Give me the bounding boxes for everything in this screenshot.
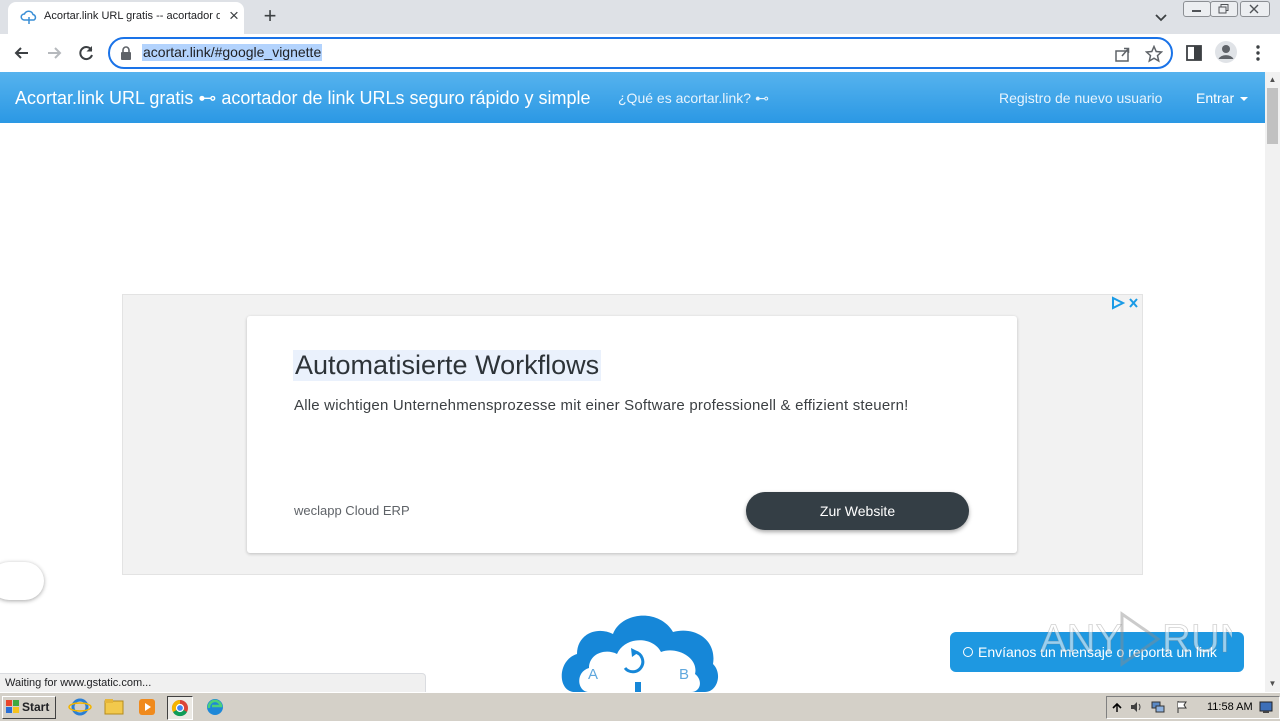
circle-icon [963,647,973,657]
close-window-button[interactable] [1240,1,1270,17]
forward-arrow-icon[interactable] [44,43,64,63]
kebab-menu-icon[interactable] [1248,43,1268,63]
address-bar[interactable]: acortar.link/#google_vignette [108,37,1173,69]
new-tab-button[interactable]: + [258,4,282,28]
svg-text:A: A [588,666,598,683]
url-text[interactable]: acortar.link/#google_vignette [142,44,323,61]
login-dropdown[interactable]: Entrar [1196,90,1249,106]
ad-card[interactable]: Automatisierte Workflows Alle wichtigen … [247,316,1017,553]
start-button[interactable]: Start [2,696,56,719]
site-brand-link[interactable]: Acortar.link URL gratis ⊷ acortador de l… [15,88,591,109]
ad-description: Alle wichtigen Unternehmensprozesse mit … [294,397,909,414]
volume-icon[interactable] [1129,700,1143,714]
browser-toolbar: acortar.link/#google_vignette [0,34,1280,73]
tab-strip: Acortar.link URL gratis -- acortador de … [0,0,1280,34]
status-text: Waiting for www.gstatic.com... [5,677,152,689]
profile-avatar-icon[interactable] [1214,40,1238,64]
what-is-link[interactable]: ¿Qué es acortar.link? ⊷ [618,90,769,107]
lock-icon[interactable] [120,46,132,60]
bookmark-star-icon[interactable] [1145,45,1163,63]
edge-icon[interactable] [203,696,227,718]
start-label: Start [22,700,50,714]
show-desktop-icon[interactable] [1259,700,1273,714]
tray-expand-arrow-icon[interactable] [1110,700,1124,714]
svg-text:B: B [679,666,689,683]
minimize-window-button[interactable] [1183,1,1211,17]
media-player-icon[interactable] [135,696,159,718]
ad-headline[interactable]: Automatisierte Workflows [293,350,602,381]
login-label: Entrar [1196,90,1235,106]
scroll-thumb[interactable] [1267,88,1278,144]
restore-window-button[interactable] [1210,1,1238,17]
tab-search-chevron-icon[interactable] [1152,8,1170,26]
reload-icon[interactable] [76,43,96,63]
windows-taskbar: Start 11:58 AM [0,692,1280,721]
back-arrow-icon[interactable] [12,43,32,63]
file-explorer-icon[interactable] [102,696,126,718]
system-tray: 11:58 AM [1106,696,1280,719]
page-scrollbar[interactable]: ▲ ▼ [1265,72,1280,692]
adchoices-close-icon[interactable] [1112,296,1140,310]
chrome-icon[interactable] [167,696,193,720]
share-icon[interactable] [1114,45,1132,63]
internet-explorer-icon[interactable] [68,696,92,718]
svg-text:RUN: RUN [1162,617,1232,661]
register-link[interactable]: Registro de nuevo usuario [999,90,1162,106]
action-center-flag-icon[interactable] [1175,700,1189,714]
svg-text:ANY: ANY [1040,617,1122,661]
scroll-down-arrow-icon[interactable]: ▼ [1268,679,1277,688]
ad-cta-button[interactable]: Zur Website [746,492,969,530]
cloud-favicon-icon [20,10,37,24]
taskbar-clock[interactable]: 11:58 AM [1207,701,1253,713]
network-icon[interactable] [1151,700,1165,714]
windows-flag-icon [6,700,19,713]
anyrun-watermark-logo: ANY RUN [1040,611,1232,667]
tab-title: Acortar.link URL gratis -- acortador de … [44,10,220,22]
browser-tab[interactable]: Acortar.link URL gratis -- acortador de … [8,2,244,34]
cloud-logo-icon: A B [561,615,719,692]
site-navbar: Acortar.link URL gratis ⊷ acortador de l… [0,72,1265,123]
side-panel-icon[interactable] [1184,43,1204,63]
tab-close-icon[interactable]: × [226,7,242,24]
scroll-up-arrow-icon[interactable]: ▲ [1268,75,1277,84]
browser-status-bar: Waiting for www.gstatic.com... [0,673,426,694]
side-tab-button[interactable] [0,562,44,600]
ad-advertiser: weclapp Cloud ERP [294,503,410,518]
caret-down-icon [1240,97,1249,102]
